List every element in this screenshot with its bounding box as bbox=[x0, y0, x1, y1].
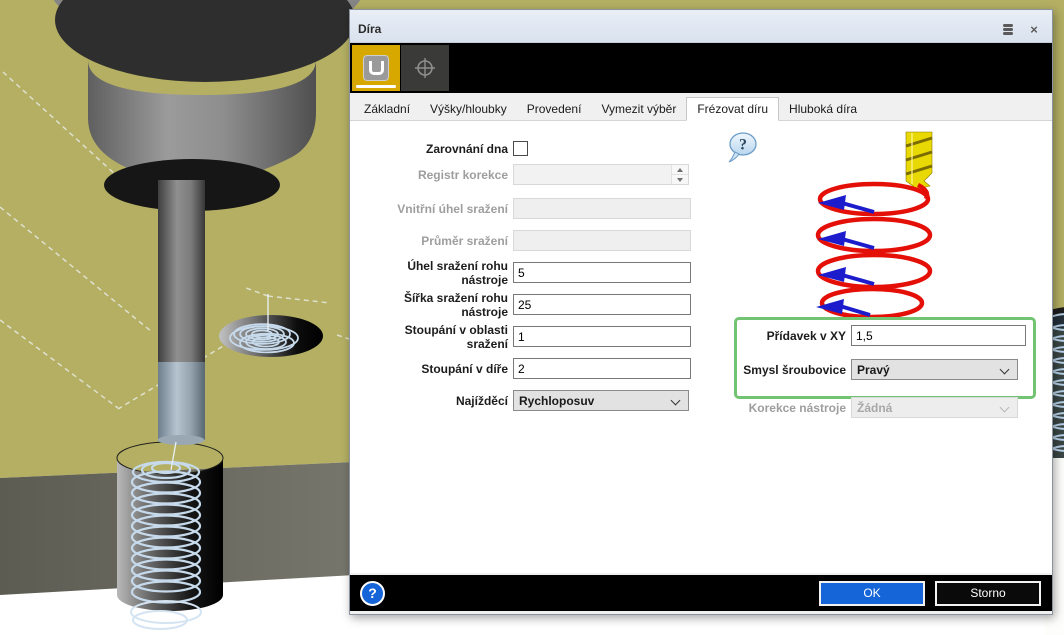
stoupani-dire-label: Stoupání v díře bbox=[362, 362, 508, 376]
tab-provedeni[interactable]: Provedení bbox=[517, 99, 592, 120]
vnitrni-uhel-input bbox=[513, 198, 691, 219]
row-zarovnani-dna: Zarovnání dna bbox=[362, 138, 528, 159]
row-smysl-sroubovice: Smysl šroubovice Pravý bbox=[700, 359, 1018, 380]
row-najizdeci: Najížděcí Rychloposuv bbox=[362, 390, 689, 411]
najizdeci-select[interactable]: Rychloposuv bbox=[513, 390, 689, 411]
uhel-srazeni-rohu-input[interactable] bbox=[513, 262, 691, 283]
tab-vymezit-vyber[interactable]: Vymezit výběr bbox=[591, 99, 686, 120]
smysl-sroubovice-label: Smysl šroubovice bbox=[700, 363, 846, 377]
dialog-title: Díra bbox=[358, 16, 992, 36]
pridavek-xy-label: Přídavek v XY bbox=[700, 329, 846, 343]
svg-text:?: ? bbox=[739, 137, 747, 154]
row-pridavek-xy: Přídavek v XY bbox=[700, 325, 1026, 346]
cancel-button[interactable]: Storno bbox=[935, 581, 1041, 606]
zarovnani-dna-checkbox[interactable] bbox=[513, 141, 528, 156]
help-icon[interactable]: ? bbox=[360, 581, 385, 606]
hole-dialog: Díra × Základní Vý bbox=[349, 9, 1053, 615]
row-stoupani-oblasti: Stoupání v oblasti sražení bbox=[362, 326, 691, 347]
prumer-srazeni-label: Průměr sražení bbox=[362, 234, 508, 248]
spin-down-button[interactable] bbox=[672, 175, 688, 184]
selected-indicator bbox=[356, 85, 396, 88]
position-button[interactable] bbox=[401, 45, 449, 91]
help-balloon-icon[interactable]: ? bbox=[727, 131, 761, 168]
prumer-srazeni-input bbox=[513, 230, 691, 251]
tab-zakladni[interactable]: Základní bbox=[354, 99, 420, 120]
row-uhel-srazeni-rohu: Úhel sražení rohu nástroje bbox=[362, 262, 691, 283]
drill-icon bbox=[906, 132, 932, 189]
spin-up-button[interactable] bbox=[672, 165, 688, 175]
close-icon[interactable]: × bbox=[1024, 20, 1044, 38]
tab-vysky-hloubky[interactable]: Výšky/hloubky bbox=[420, 99, 517, 120]
registr-korekce-spinner bbox=[513, 164, 689, 185]
sirka-srazeni-rohu-input[interactable] bbox=[513, 294, 691, 315]
u-shape-icon bbox=[363, 55, 389, 81]
row-registr-korekce: Registr korekce bbox=[362, 164, 689, 185]
stoupani-oblasti-label: Stoupání v oblasti sražení bbox=[362, 323, 508, 351]
dialog-titlebar[interactable]: Díra × bbox=[350, 10, 1052, 43]
zarovnani-dna-label: Zarovnání dna bbox=[362, 142, 508, 156]
korekce-nastroje-label: Korekce nástroje bbox=[700, 401, 846, 415]
tab-hluboka-dira[interactable]: Hluboká díra bbox=[779, 99, 867, 120]
chevron-down-icon bbox=[671, 396, 681, 406]
row-stoupani-dire: Stoupání v díře bbox=[362, 358, 691, 379]
app-stage: Díra × Základní Vý bbox=[0, 0, 1064, 635]
tab-frezovat-diru[interactable]: Frézovat díru bbox=[686, 97, 779, 121]
pridavek-xy-input[interactable] bbox=[851, 325, 1026, 346]
helix-direction-illustration bbox=[802, 129, 957, 324]
chevron-down-icon bbox=[1000, 365, 1010, 375]
row-sirka-srazeni-rohu: Šířka sražení rohu nástroje bbox=[362, 294, 691, 315]
smysl-sroubovice-select[interactable]: Pravý bbox=[851, 359, 1018, 380]
menu-icon[interactable] bbox=[998, 20, 1018, 38]
stoupani-dire-input[interactable] bbox=[513, 358, 691, 379]
row-vnitrni-uhel: Vnitřní úhel sražení bbox=[362, 198, 691, 219]
row-prumer-srazeni: Průměr sražení bbox=[362, 230, 691, 251]
ok-button[interactable]: OK bbox=[819, 581, 925, 606]
vnitrni-uhel-label: Vnitřní úhel sražení bbox=[362, 202, 508, 216]
crosshair-icon bbox=[414, 57, 436, 79]
chevron-down-icon bbox=[1000, 403, 1010, 413]
najizdeci-label: Najížděcí bbox=[362, 394, 508, 408]
dialog-tabs: Základní Výšky/hloubky Provedení Vymezit… bbox=[350, 98, 1052, 121]
feature-toolbar bbox=[350, 43, 1052, 93]
korekce-nastroje-select: Žádná bbox=[851, 397, 1018, 418]
uhel-srazeni-rohu-label: Úhel sražení rohu nástroje bbox=[362, 259, 508, 287]
registr-korekce-label: Registr korekce bbox=[362, 168, 508, 182]
sirka-srazeni-rohu-label: Šířka sražení rohu nástroje bbox=[362, 291, 508, 319]
dialog-footer: ? OK Storno bbox=[350, 575, 1052, 611]
tab-content: Zarovnání dna Registr korekce Vnitřní úh… bbox=[350, 121, 1052, 573]
hole-feature-button[interactable] bbox=[352, 45, 400, 91]
row-korekce-nastroje: Korekce nástroje Žádná bbox=[700, 397, 1018, 418]
stoupani-oblasti-input[interactable] bbox=[513, 326, 691, 347]
